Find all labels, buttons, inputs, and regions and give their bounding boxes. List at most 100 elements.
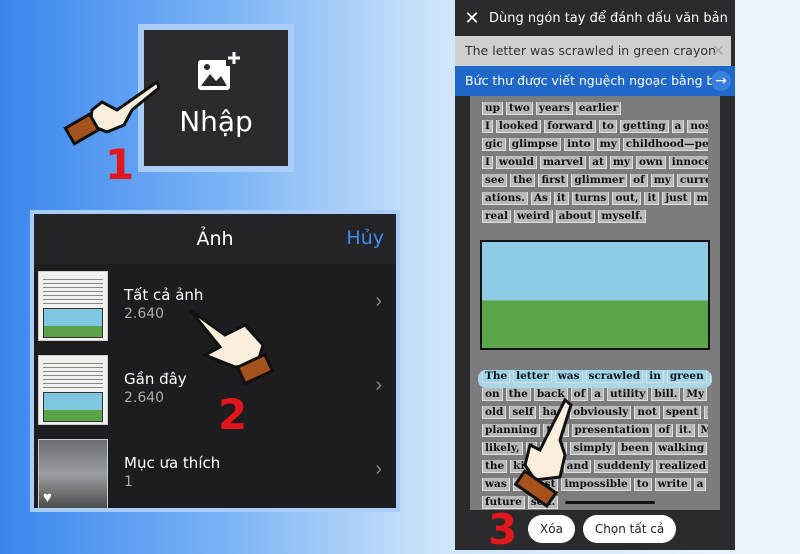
detected-word[interactable]: old [482,406,507,419]
arrow-right-icon[interactable]: → [711,71,731,91]
detected-word[interactable]: made [693,192,708,205]
detected-word[interactable]: much [704,406,708,419]
detected-word[interactable]: my [650,174,674,187]
step-number-2: 2 [218,390,248,439]
detected-word[interactable]: real [482,210,512,223]
detected-word[interactable]: spent [662,406,702,419]
detected-word[interactable]: crayon [709,370,712,383]
detected-word[interactable]: walking [655,442,708,455]
detected-word[interactable]: my [609,156,634,169]
detected-word[interactable]: to [599,120,617,133]
detected-word[interactable]: up [482,102,503,115]
book-text-line[interactable]: seethefirstglimmerofmycurrentaspir- [482,174,708,192]
album-favorites[interactable]: ♥ Mục ưa thích 1 › [34,432,396,508]
album-name: Tất cả ảnh [124,286,204,304]
detected-word[interactable]: in [646,370,664,383]
close-icon[interactable]: ✕ [455,8,489,29]
album-count: 1 [124,474,133,490]
detected-word[interactable]: of [630,174,648,187]
detected-word[interactable]: years [535,102,573,115]
book-text-line[interactable]: gicglimpseintomychildhood—perhaps [482,138,708,156]
detected-word[interactable]: nostal- [687,120,708,133]
detected-word[interactable]: current [676,174,708,187]
detected-word[interactable]: realized [656,460,708,473]
detected-word[interactable]: As [530,192,551,205]
detected-word[interactable]: ations. [482,192,528,205]
detected-word[interactable]: Most [697,424,708,437]
source-text: The letter was scrawled in green crayon ✕ [455,36,731,66]
detected-word[interactable]: it [644,192,660,205]
book-text-line[interactable]: real weird about myself. [482,210,708,228]
detected-word[interactable]: weird [514,210,553,223]
detected-word[interactable]: first [538,174,569,187]
detected-word[interactable]: just [662,192,691,205]
import-button[interactable]: Nhập [144,30,288,166]
detected-word[interactable]: the [482,460,508,473]
detected-word[interactable]: suddenly [594,460,654,473]
detected-word[interactable]: My [683,388,708,401]
source-text-value: The letter was scrawled in green crayon [465,43,716,58]
detected-word[interactable]: turns [571,192,610,205]
detected-word[interactable]: would [495,156,537,169]
select-all-button[interactable]: Chọn tất cả [582,515,677,543]
detected-word[interactable]: glimpse [508,138,562,151]
detected-word[interactable]: out, [612,192,642,205]
book-text-line[interactable]: Ilookedforwardtogettinganostal- [482,120,708,138]
detected-word[interactable]: looked [495,120,542,133]
detected-word[interactable]: glimmer [571,174,628,187]
detected-word[interactable]: two [505,102,533,115]
detected-word[interactable]: it [553,192,569,205]
translation-bar[interactable]: Bức thư được viết nguệch ngoạc bằng bút → [455,66,735,96]
detected-word[interactable]: write [654,478,691,491]
detected-word[interactable]: myself. [598,210,646,223]
detected-word[interactable]: letter [513,370,552,383]
detected-word[interactable]: marvel [539,156,587,169]
detected-word[interactable]: utility [606,388,649,401]
clear-button[interactable]: Xóa [528,515,575,543]
detected-word[interactable]: was [554,370,583,383]
detected-word[interactable]: childhood—perhaps [622,138,708,151]
detected-word[interactable]: I [482,156,493,169]
cancel-button[interactable]: Hủy [346,227,384,249]
album-thumbnail [38,271,108,341]
detected-word[interactable]: into [564,138,594,151]
detected-word[interactable]: own [636,156,666,169]
detected-word[interactable]: forward [544,120,596,133]
clear-icon[interactable]: ✕ [712,41,725,60]
instruction-header: Dùng ngón tay để đánh dấu văn bản [489,10,728,26]
detected-word[interactable]: the [510,174,536,187]
detected-word[interactable]: my [596,138,620,151]
detected-word[interactable]: at [589,156,607,169]
detected-word[interactable]: bill. [651,388,681,401]
detected-word[interactable]: on [482,388,503,401]
detected-word[interactable]: a [671,120,685,133]
heart-icon: ♥ [43,489,52,506]
pointing-hand-icon [63,79,161,146]
detected-word[interactable]: see [482,174,508,187]
detected-word[interactable]: scrawled [585,370,644,383]
detected-word[interactable]: earlier [575,102,622,115]
book-text-line[interactable]: ations.Asitturnsout,itjustmademefeel [482,192,708,210]
detected-word[interactable]: I [482,120,493,133]
detected-word[interactable]: The [482,370,511,383]
detected-word[interactable]: it. [676,424,695,437]
detected-word[interactable]: been [617,442,653,455]
album-name: Gần đây [124,370,187,388]
book-text-line[interactable]: up two years earlier [482,102,708,120]
detected-word[interactable]: to [633,478,652,491]
detected-word[interactable]: about [555,210,596,223]
add-image-icon [198,50,242,90]
detected-word[interactable]: not [634,406,660,419]
book-text-line[interactable]: Theletterwasscrawledingreencrayon [478,370,712,388]
detected-word[interactable]: a [591,388,604,401]
detected-word[interactable]: getting [619,120,669,133]
detected-word[interactable]: green [666,370,707,383]
albums-title: Ảnh [196,228,234,250]
import-label: Nhập [179,105,253,138]
detected-word[interactable]: of [655,424,673,437]
detected-word[interactable]: a [693,478,707,491]
detected-word[interactable]: gic [482,138,506,151]
book-text-line[interactable]: Iwouldmarvelatmyowninnocenceor [482,156,708,174]
pointing-hand-icon [513,397,573,509]
detected-word[interactable]: innocence [668,156,708,169]
